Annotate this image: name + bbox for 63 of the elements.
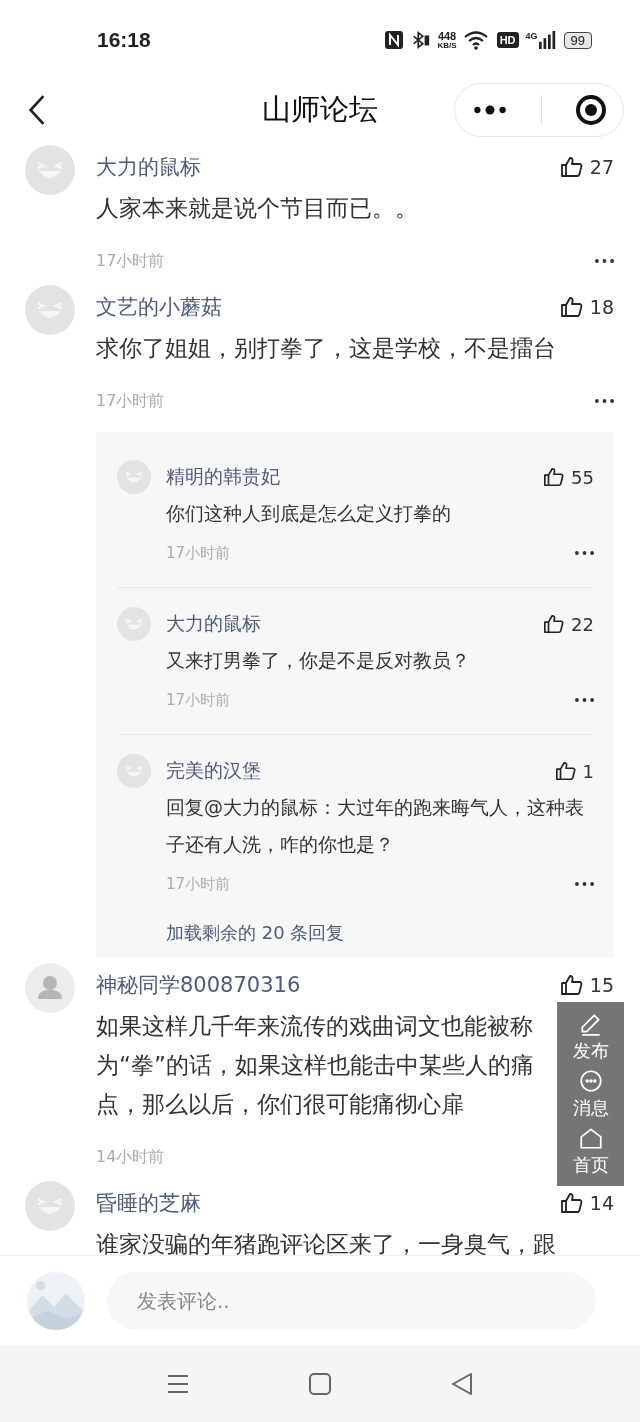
timestamp: 17小时前 (166, 874, 231, 894)
network-speed: 448 KB/S (437, 30, 457, 50)
comment-input[interactable]: 发表评论.. (107, 1271, 596, 1330)
like-button[interactable]: 15 (559, 973, 614, 997)
nfc-icon (383, 30, 404, 50)
timestamp: 14小时前 (96, 1146, 165, 1168)
status-time: 16:18 (97, 28, 151, 52)
avatar-icon (25, 963, 75, 1013)
reply-text: 又来打男拳了，你是不是反对教员？ (166, 648, 471, 673)
chat-icon (577, 1068, 604, 1094)
timestamp: 17小时前 (96, 390, 165, 412)
battery-indicator: 99 (563, 31, 592, 49)
user-name[interactable]: 精明的韩贵妃 (166, 464, 280, 490)
reply-text: 你们这种人到底是怎么定义打拳的 (166, 501, 452, 526)
more-icon[interactable] (471, 104, 508, 116)
comment-text: 人家本来就是说个节目而已。。 (96, 194, 419, 223)
thumbs-up-icon (543, 466, 566, 488)
timestamp: 17小时前 (96, 250, 165, 272)
signal-icon (538, 31, 557, 49)
load-more-replies[interactable]: 加载剩余的 20 条回复 (166, 918, 345, 948)
back-icon[interactable] (28, 94, 46, 126)
more-icon[interactable] (575, 551, 594, 555)
user-name[interactable]: 完美的汉堡 (166, 758, 261, 784)
thumbs-up-icon (559, 155, 584, 179)
hd-badge: HD (496, 32, 519, 48)
home-square-icon[interactable] (308, 1371, 332, 1396)
thumbs-up-icon (559, 973, 584, 997)
float-menu-item[interactable]: 首页 (572, 1125, 609, 1178)
more-icon[interactable] (575, 882, 594, 886)
like-button[interactable]: 18 (559, 295, 614, 319)
avatar-icon (25, 1181, 75, 1231)
user-name[interactable]: 神秘同学800870316 (96, 971, 301, 999)
more-icon[interactable] (575, 698, 594, 702)
float-menu-item[interactable]: 消息 (572, 1068, 609, 1120)
like-button[interactable]: 22 (543, 613, 594, 635)
close-target-icon[interactable] (574, 94, 607, 126)
user-name[interactable]: 昏睡的芝麻 (96, 1189, 201, 1217)
avatar-icon (25, 285, 75, 335)
page-title: 山师论坛 (262, 91, 378, 128)
like-button[interactable]: 55 (543, 466, 594, 488)
comment-text: 谁家没骗的年猪跑评论区来了，一身臭气，跟 (96, 1230, 557, 1255)
thumbs-up-icon (543, 613, 566, 635)
user-name[interactable]: 大力的鼠标 (96, 153, 201, 181)
wifi-icon (463, 30, 490, 50)
like-button[interactable]: 1 (554, 760, 594, 782)
timestamp: 17小时前 (166, 690, 231, 710)
thumbs-up-icon (554, 760, 577, 782)
more-icon[interactable] (595, 399, 614, 403)
user-name[interactable]: 大力的鼠标 (166, 611, 261, 637)
more-icon[interactable] (595, 259, 614, 263)
thumbs-up-icon (559, 1191, 584, 1215)
reply-text: 回复@大力的鼠标：大过年的跑来晦气人，这种表子还有人洗，咋的你也是？ (166, 795, 585, 857)
user-name[interactable]: 文艺的小蘑菇 (96, 293, 222, 321)
network-type: 4G (525, 31, 538, 41)
thumbs-up-icon (559, 295, 584, 319)
avatar-icon (25, 145, 75, 195)
float-menu-item[interactable]: 发布 (572, 1010, 609, 1063)
like-button[interactable]: 27 (559, 155, 614, 179)
timestamp: 17小时前 (166, 543, 231, 563)
back-triangle-icon[interactable] (450, 1371, 474, 1396)
comment-text: 求你了姐姐，别打拳了，这是学校，不是擂台 (96, 334, 557, 363)
like-button[interactable]: 14 (559, 1191, 614, 1215)
comment-text: 如果这样几千年来流传的戏曲词文也能被称为“拳”的话，如果这样也能击中某些人的痛点，那么以后，你们很可能痛彻心扉 (96, 1012, 535, 1119)
